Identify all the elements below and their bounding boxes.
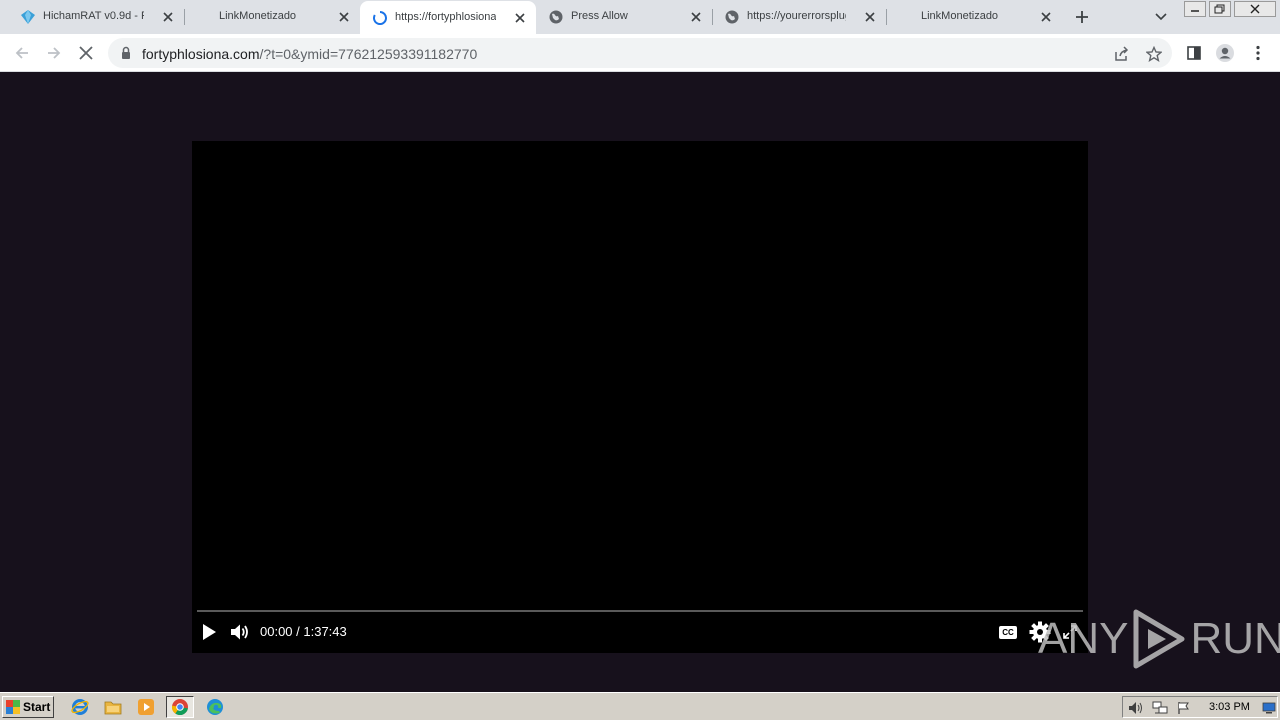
close-tab-icon[interactable] xyxy=(1038,9,1054,25)
tab-title: LinkMonetizado xyxy=(921,10,999,22)
diamond-favicon-icon xyxy=(20,9,36,25)
start-button[interactable]: Start xyxy=(2,696,54,718)
time-display: 00:00 / 1:37:43 xyxy=(260,624,347,639)
back-button[interactable] xyxy=(10,41,34,65)
tab-title: https://yourerrorsplug xyxy=(747,10,846,22)
captions-button[interactable]: CC xyxy=(997,621,1019,643)
new-tab-button[interactable] xyxy=(1072,7,1092,27)
close-tab-icon[interactable] xyxy=(336,9,352,25)
close-tab-icon[interactable] xyxy=(512,10,528,26)
tab-title: HichamRAT v0.9d - FU xyxy=(43,10,144,22)
globe-icon xyxy=(724,9,740,25)
minimize-button[interactable] xyxy=(1184,1,1206,17)
globe-icon xyxy=(548,9,564,25)
chrome-taskbar-button[interactable] xyxy=(166,696,194,718)
tab-yourerrorsplug[interactable]: https://yourerrorsplug xyxy=(712,0,886,34)
url-path: /?t=0&ymid=776212593391182770 xyxy=(259,46,478,62)
url-text[interactable]: fortyphlosiona.com/?t=0&ymid=77621259339… xyxy=(142,46,477,62)
start-label: Start xyxy=(23,700,51,714)
video-progress-bar[interactable] xyxy=(197,610,1083,612)
restore-button[interactable] xyxy=(1209,1,1231,17)
close-tab-icon[interactable] xyxy=(688,9,704,25)
close-tab-icon[interactable] xyxy=(160,9,176,25)
stop-loading-button[interactable] xyxy=(74,41,98,65)
tab-strip: HichamRAT v0.9d - FU LinkMonetizado http… xyxy=(0,0,1280,34)
volume-tray-icon[interactable] xyxy=(1128,700,1144,716)
show-desktop-icon[interactable] xyxy=(1261,700,1277,716)
tab-hichamrat[interactable]: HichamRAT v0.9d - FU xyxy=(8,0,184,34)
tab-press-allow[interactable]: Press Allow xyxy=(536,0,712,34)
network-tray-icon[interactable] xyxy=(1152,700,1168,716)
watermark-right: RUN xyxy=(1190,614,1280,663)
loading-spinner-icon xyxy=(372,10,388,26)
share-icon[interactable] xyxy=(1110,42,1134,66)
forward-button[interactable] xyxy=(42,41,66,65)
close-window-button[interactable] xyxy=(1234,1,1276,17)
tab-title: Press Allow xyxy=(571,10,628,22)
close-tab-icon[interactable] xyxy=(862,9,878,25)
menu-kebab-icon[interactable] xyxy=(1246,41,1270,65)
address-bar[interactable]: fortyphlosiona.com/?t=0&ymid=77621259339… xyxy=(108,38,1172,68)
profile-avatar-icon[interactable] xyxy=(1213,41,1237,65)
media-player-icon[interactable] xyxy=(136,697,156,717)
lock-icon[interactable] xyxy=(120,46,132,60)
video-player[interactable]: 00:00 / 1:37:43 CC xyxy=(192,141,1088,653)
system-tray: 3:03 PM xyxy=(1122,696,1278,718)
tab-fortyphlosiona[interactable]: https://fortyphlosiona xyxy=(360,1,536,34)
play-button[interactable] xyxy=(198,621,220,643)
captions-label: CC xyxy=(999,625,1017,639)
chrome-icon xyxy=(171,699,188,716)
bookmark-star-icon[interactable] xyxy=(1142,42,1166,66)
url-domain: fortyphlosiona.com xyxy=(142,46,260,62)
watermark-play-logo-icon xyxy=(1133,609,1185,669)
tab-title: LinkMonetizado xyxy=(219,10,297,22)
file-explorer-icon[interactable] xyxy=(103,697,123,717)
watermark-left: ANY xyxy=(1038,614,1129,663)
edge-icon[interactable] xyxy=(205,697,225,717)
side-panel-icon[interactable] xyxy=(1182,41,1206,65)
tab-title: https://fortyphlosiona xyxy=(395,11,496,23)
anyrun-watermark: ANY RUN xyxy=(1038,609,1280,669)
tab-linkmonetizado-2[interactable]: LinkMonetizado xyxy=(886,0,1062,34)
volume-button[interactable] xyxy=(229,621,251,643)
page-content: 00:00 / 1:37:43 CC xyxy=(0,72,1280,692)
browser-toolbar: fortyphlosiona.com/?t=0&ymid=77621259339… xyxy=(0,34,1280,72)
action-center-flag-icon[interactable] xyxy=(1176,700,1192,716)
tab-linkmonetizado-1[interactable]: LinkMonetizado xyxy=(184,0,360,34)
windows-logo-icon xyxy=(6,700,20,714)
tab-search-chevron-icon[interactable] xyxy=(1152,9,1170,25)
internet-explorer-icon[interactable] xyxy=(70,697,90,717)
clock[interactable]: 3:03 PM xyxy=(1209,701,1250,713)
taskbar: Start 3:03 PM xyxy=(0,692,1280,720)
